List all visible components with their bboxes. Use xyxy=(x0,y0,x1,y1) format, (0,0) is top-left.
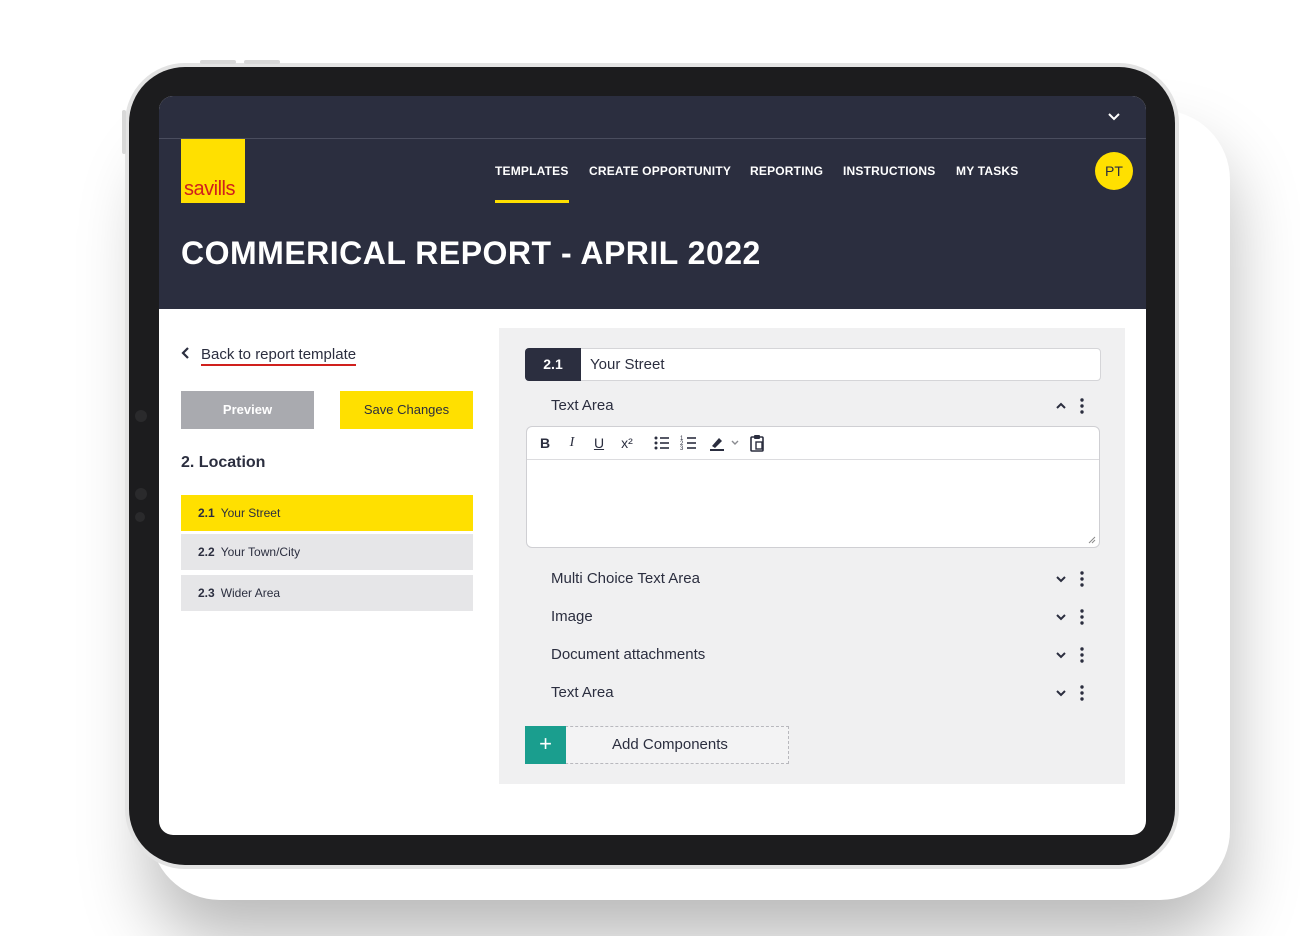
italic-button[interactable]: I xyxy=(564,433,580,453)
chevron-down-icon[interactable] xyxy=(1053,609,1069,625)
component-label: Text Area xyxy=(551,684,614,701)
sidebar-item-label: Wider Area xyxy=(220,586,281,600)
plus-icon[interactable]: + xyxy=(525,726,566,764)
component-label: Document attachments xyxy=(551,646,706,663)
sidebar-item-label: Your Town/City xyxy=(220,545,301,559)
component-label: Text Area xyxy=(551,397,614,414)
component-panel: 2.1 Your Street Text Area B I U x² 1 2 3… xyxy=(499,328,1125,784)
chevron-down-icon[interactable] xyxy=(730,433,740,453)
sidebar-item-number: 2.2 xyxy=(198,545,215,559)
camera-sensor xyxy=(135,488,147,500)
page-title: COMMERICAL REPORT - APRIL 2022 xyxy=(181,235,761,271)
section-title: 2. Location xyxy=(181,454,266,471)
camera-sensor xyxy=(135,410,147,422)
section-heading-value: Your Street xyxy=(590,356,665,373)
more-vertical-icon[interactable] xyxy=(1079,645,1085,665)
component-row[interactable]: Multi Choice Text Area xyxy=(551,567,1091,591)
section-number-badge: 2.1 xyxy=(525,348,581,381)
sidebar-item-number: 2.3 xyxy=(198,586,215,600)
camera-sensor xyxy=(135,512,145,522)
top-bar xyxy=(159,96,1146,139)
component-row[interactable]: Text Area xyxy=(551,394,1091,418)
chevron-down-icon[interactable] xyxy=(1053,647,1069,663)
back-link[interactable]: Back to report template xyxy=(181,346,357,366)
add-components-button[interactable]: + Add Components xyxy=(525,726,789,764)
savills-logo[interactable]: savills xyxy=(181,139,245,203)
more-vertical-icon[interactable] xyxy=(1079,396,1085,416)
component-label: Multi Choice Text Area xyxy=(551,570,700,587)
component-row[interactable]: Document attachments xyxy=(551,643,1091,667)
nav-create-opportunity[interactable]: CREATE OPPORTUNITY xyxy=(589,139,731,203)
svg-text:3: 3 xyxy=(680,446,684,452)
component-row[interactable]: Image xyxy=(551,605,1091,629)
nav-instructions[interactable]: INSTRUCTIONS xyxy=(843,139,935,203)
tablet-side-button xyxy=(122,110,126,154)
add-components-label: Add Components xyxy=(612,736,728,753)
sidebar-item-label: Your Street xyxy=(220,506,281,520)
bullet-list-icon[interactable] xyxy=(653,433,671,453)
chevron-up-icon[interactable] xyxy=(1053,398,1069,414)
chevron-down-icon[interactable] xyxy=(1053,685,1069,701)
superscript-button[interactable]: x² xyxy=(616,433,638,453)
sidebar-item-wider-area[interactable]: 2.3 Wider Area xyxy=(181,575,473,611)
save-changes-button[interactable]: Save Changes xyxy=(340,391,473,429)
chevron-down-icon[interactable] xyxy=(1053,571,1069,587)
logo-text: savills xyxy=(184,178,235,200)
preview-button[interactable]: Preview xyxy=(181,391,314,429)
paste-icon[interactable] xyxy=(748,433,766,453)
header: savills TEMPLATES CREATE OPPORTUNITY REP… xyxy=(159,139,1146,309)
more-vertical-icon[interactable] xyxy=(1079,683,1085,703)
chevron-left-icon xyxy=(181,346,193,363)
editor-toolbar: B I U x² 1 2 3 xyxy=(527,427,1099,460)
app-screen: savills TEMPLATES CREATE OPPORTUNITY REP… xyxy=(159,96,1146,835)
tablet-side-button xyxy=(200,60,236,64)
tablet-side-button xyxy=(244,60,280,64)
sidebar-item-your-street[interactable]: 2.1 Your Street xyxy=(181,495,473,531)
bold-button[interactable]: B xyxy=(537,433,553,453)
sidebar-item-your-town-city[interactable]: 2.2 Your Town/City xyxy=(181,534,473,570)
highlight-icon[interactable] xyxy=(708,433,726,453)
rich-text-editor[interactable]: B I U x² 1 2 3 xyxy=(526,426,1100,548)
section-heading-field[interactable]: 2.1 Your Street xyxy=(525,348,1101,381)
user-avatar[interactable]: PT xyxy=(1095,152,1133,190)
more-vertical-icon[interactable] xyxy=(1079,607,1085,627)
sidebar-item-number: 2.1 xyxy=(198,506,215,520)
underline-button[interactable]: U xyxy=(591,433,607,453)
chevron-down-icon[interactable] xyxy=(1104,106,1124,126)
nav-my-tasks[interactable]: MY TASKS xyxy=(956,139,1019,203)
component-label: Image xyxy=(551,608,593,625)
back-link-label: Back to report template xyxy=(201,346,357,366)
nav-reporting[interactable]: REPORTING xyxy=(750,139,823,203)
component-row[interactable]: Text Area xyxy=(551,681,1091,705)
resize-handle-icon[interactable] xyxy=(1088,536,1096,544)
nav-templates[interactable]: TEMPLATES xyxy=(495,139,569,203)
numbered-list-icon[interactable]: 1 2 3 xyxy=(680,433,698,453)
more-vertical-icon[interactable] xyxy=(1079,569,1085,589)
